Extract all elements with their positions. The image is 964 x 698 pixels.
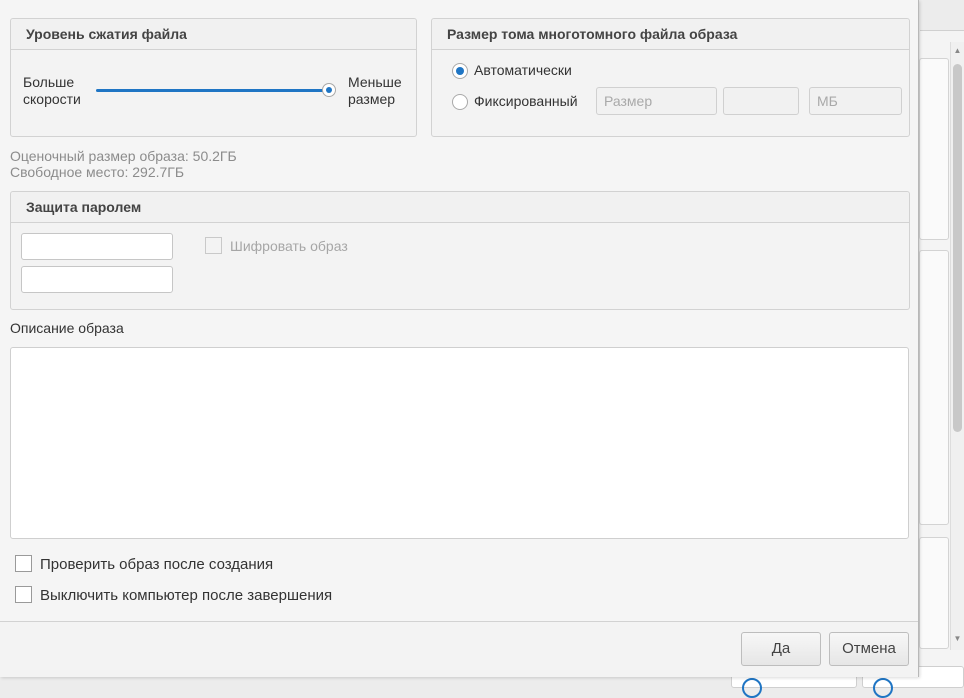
password-field[interactable] <box>21 233 173 260</box>
ok-button[interactable]: Да <box>741 632 821 666</box>
volume-size-title: Размер тома многотомного файла образа <box>432 19 909 50</box>
scroll-up-icon[interactable]: ▲ <box>953 46 962 56</box>
cancel-button[interactable]: Отмена <box>829 632 909 666</box>
compression-slider-track[interactable] <box>96 89 330 92</box>
compression-group: Уровень сжатия файла Больше скорости Мен… <box>10 18 417 137</box>
description-label: Описание образа <box>10 320 124 336</box>
background-card <box>919 537 949 649</box>
background-circle-icon <box>873 678 893 698</box>
volume-size-group: Размер тома многотомного файла образа Ав… <box>431 18 910 137</box>
description-textarea[interactable] <box>10 347 909 539</box>
faster-label: Больше скорости <box>23 74 81 107</box>
encrypt-label: Шифровать образ <box>230 238 348 254</box>
auto-radio[interactable] <box>452 63 468 79</box>
fixed-radio[interactable] <box>452 94 468 110</box>
free-space-text: Свободное место: 292.7ГБ <box>10 164 185 180</box>
verify-label[interactable]: Проверить образ после создания <box>40 556 273 573</box>
volume-unit-select[interactable] <box>809 87 902 115</box>
scrollbar-thumb[interactable] <box>953 64 962 432</box>
estimated-size-text: Оценочный размер образа: 50.2ГБ <box>10 148 237 164</box>
auto-label[interactable]: Автоматически <box>474 62 572 79</box>
fixed-label[interactable]: Фиксированный <box>474 93 578 110</box>
smaller-label: Меньше размер <box>348 74 402 107</box>
volume-size-extra-input[interactable] <box>723 87 799 115</box>
volume-size-input[interactable] <box>596 87 717 115</box>
shutdown-label[interactable]: Выключить компьютер после завершения <box>40 587 332 604</box>
dialog-footer: Да Отмена <box>0 621 918 677</box>
scroll-down-icon[interactable]: ▼ <box>953 634 962 644</box>
confirm-password-field[interactable] <box>21 266 173 293</box>
shutdown-checkbox[interactable] <box>15 586 32 603</box>
background-scrollbar[interactable]: ▲ ▼ <box>950 42 964 650</box>
background-card <box>919 58 949 240</box>
compression-slider-thumb[interactable] <box>322 83 336 97</box>
backup-options-dialog: Уровень сжатия файла Больше скорости Мен… <box>0 0 919 677</box>
compression-title: Уровень сжатия файла <box>11 19 416 50</box>
verify-checkbox[interactable] <box>15 555 32 572</box>
background-card <box>919 250 949 525</box>
password-group: Защита паролем Шифровать образ <box>10 191 910 310</box>
encrypt-checkbox[interactable] <box>205 237 222 254</box>
background-circle-icon <box>742 678 762 698</box>
password-title: Защита паролем <box>11 192 909 223</box>
